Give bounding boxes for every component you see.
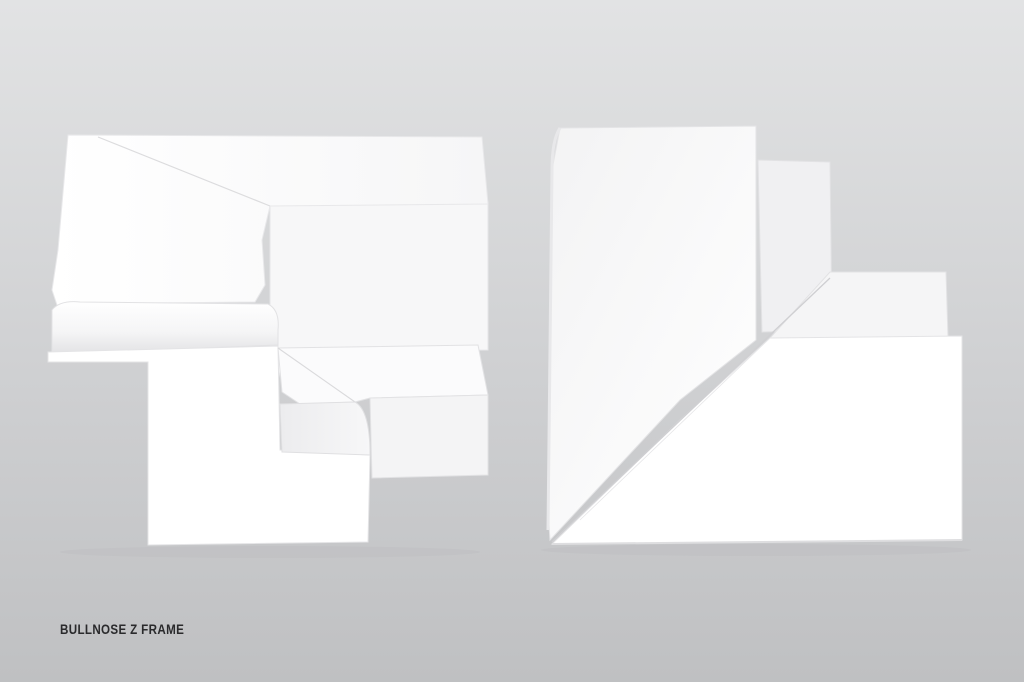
product-caption: BULLNOSE Z FRAME bbox=[60, 622, 185, 637]
left-piece-notch bbox=[279, 401, 371, 456]
right-frame-piece bbox=[541, 125, 971, 556]
left-piece-step-top bbox=[277, 344, 489, 405]
product-photo bbox=[47, 125, 971, 558]
left-piece-bullnose-edge bbox=[51, 301, 279, 353]
left-frame-piece bbox=[47, 134, 489, 558]
left-piece-step-front bbox=[369, 394, 489, 479]
